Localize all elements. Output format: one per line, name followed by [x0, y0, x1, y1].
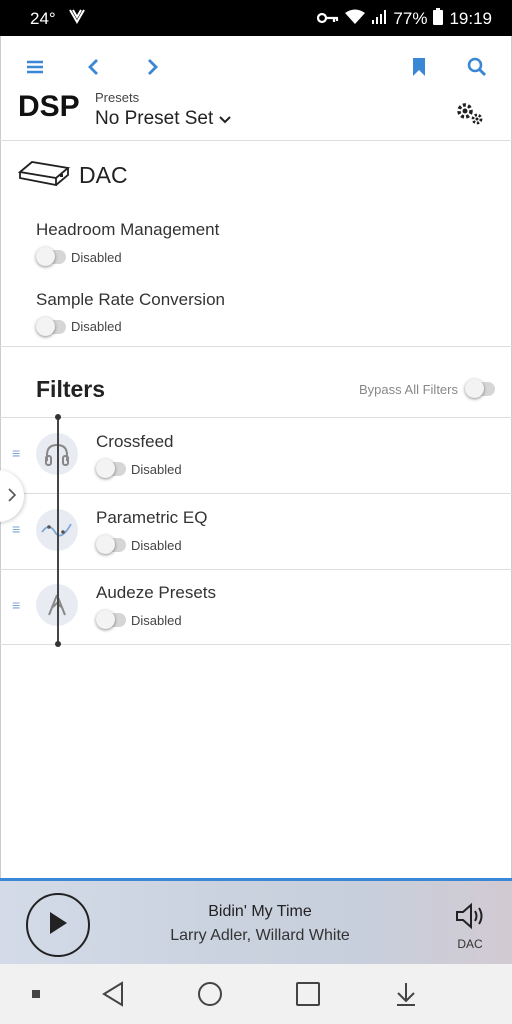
drag-handle-icon[interactable]: ≡	[12, 521, 20, 537]
src-state: Disabled	[71, 319, 122, 334]
output-device-label: DAC	[457, 937, 483, 951]
page-title: DSP	[18, 90, 80, 123]
signal-chain-line	[57, 417, 59, 644]
temperature-text: 24°	[30, 8, 56, 28]
menu-icon[interactable]	[22, 54, 48, 80]
battery-icon	[433, 8, 444, 30]
crossfeed-state: Disabled	[131, 462, 182, 477]
divider	[0, 417, 512, 418]
divider	[0, 493, 512, 494]
divider	[0, 346, 512, 347]
signal-chain-start-dot	[55, 414, 61, 420]
signal-icon	[371, 9, 387, 30]
nav-home-icon[interactable]	[193, 978, 227, 1010]
play-button[interactable]	[26, 893, 90, 957]
notification-icon	[68, 8, 86, 29]
parametric-eq-toggle[interactable]	[96, 535, 126, 554]
track-title: Bidin' My Time	[208, 903, 312, 920]
setting-headroom-label: Headroom Management	[36, 220, 220, 239]
bypass-all-label: Bypass All Filters	[359, 382, 458, 397]
back-icon[interactable]	[80, 54, 106, 80]
signal-chain-end-dot	[55, 641, 61, 647]
nav-recents-icon[interactable]	[291, 978, 325, 1010]
bypass-all-toggle[interactable]	[465, 379, 495, 398]
crossfeed-toggle[interactable]	[96, 459, 126, 478]
wifi-icon	[345, 9, 366, 30]
filters-title: Filters	[36, 376, 106, 402]
nav-download-icon[interactable]	[389, 978, 423, 1010]
small-square-icon	[30, 988, 42, 1000]
filter-audeze-presets-label: Audeze Presets	[96, 583, 217, 602]
now-playing-bar[interactable]: Bidin' My Time Larry Adler, Willard Whit…	[0, 878, 512, 964]
drag-handle-icon[interactable]: ≡	[12, 445, 20, 461]
headroom-toggle[interactable]	[36, 247, 66, 266]
search-icon[interactable]	[464, 54, 490, 80]
bookmark-icon[interactable]	[406, 54, 432, 80]
system-nav-bar	[0, 964, 512, 1024]
audeze-presets-toggle[interactable]	[96, 610, 126, 629]
settings-gears-icon[interactable]	[452, 98, 486, 128]
divider	[0, 140, 512, 141]
chevron-right-icon	[8, 486, 17, 507]
presets-label: Presets	[95, 90, 140, 105]
speaker-icon[interactable]	[454, 901, 488, 931]
dac-section-title: DAC	[79, 162, 128, 188]
clock-text: 19:19	[449, 9, 492, 28]
filter-crossfeed-label: Crossfeed	[96, 432, 174, 451]
divider	[0, 569, 512, 570]
filter-parametric-eq-label: Parametric EQ	[96, 508, 208, 527]
chevron-down-icon	[219, 108, 231, 130]
key-icon	[317, 9, 339, 29]
drag-handle-icon[interactable]: ≡	[12, 597, 20, 613]
setting-src-label: Sample Rate Conversion	[36, 290, 225, 309]
preset-value: No Preset Set	[95, 108, 214, 129]
dac-device-icon	[18, 158, 70, 188]
audeze-presets-state: Disabled	[131, 613, 182, 628]
divider	[0, 644, 512, 645]
play-icon	[47, 910, 69, 941]
track-artist: Larry Adler, Willard White	[170, 927, 350, 944]
headroom-state: Disabled	[71, 250, 122, 265]
parametric-eq-state: Disabled	[131, 538, 182, 553]
status-bar: 24° 77% 19:19	[0, 0, 512, 36]
forward-icon[interactable]	[140, 54, 166, 80]
preset-selector[interactable]: No Preset Set	[95, 108, 231, 130]
src-toggle[interactable]	[36, 317, 66, 336]
battery-text: 77%	[393, 9, 428, 28]
nav-back-icon[interactable]	[96, 978, 130, 1010]
